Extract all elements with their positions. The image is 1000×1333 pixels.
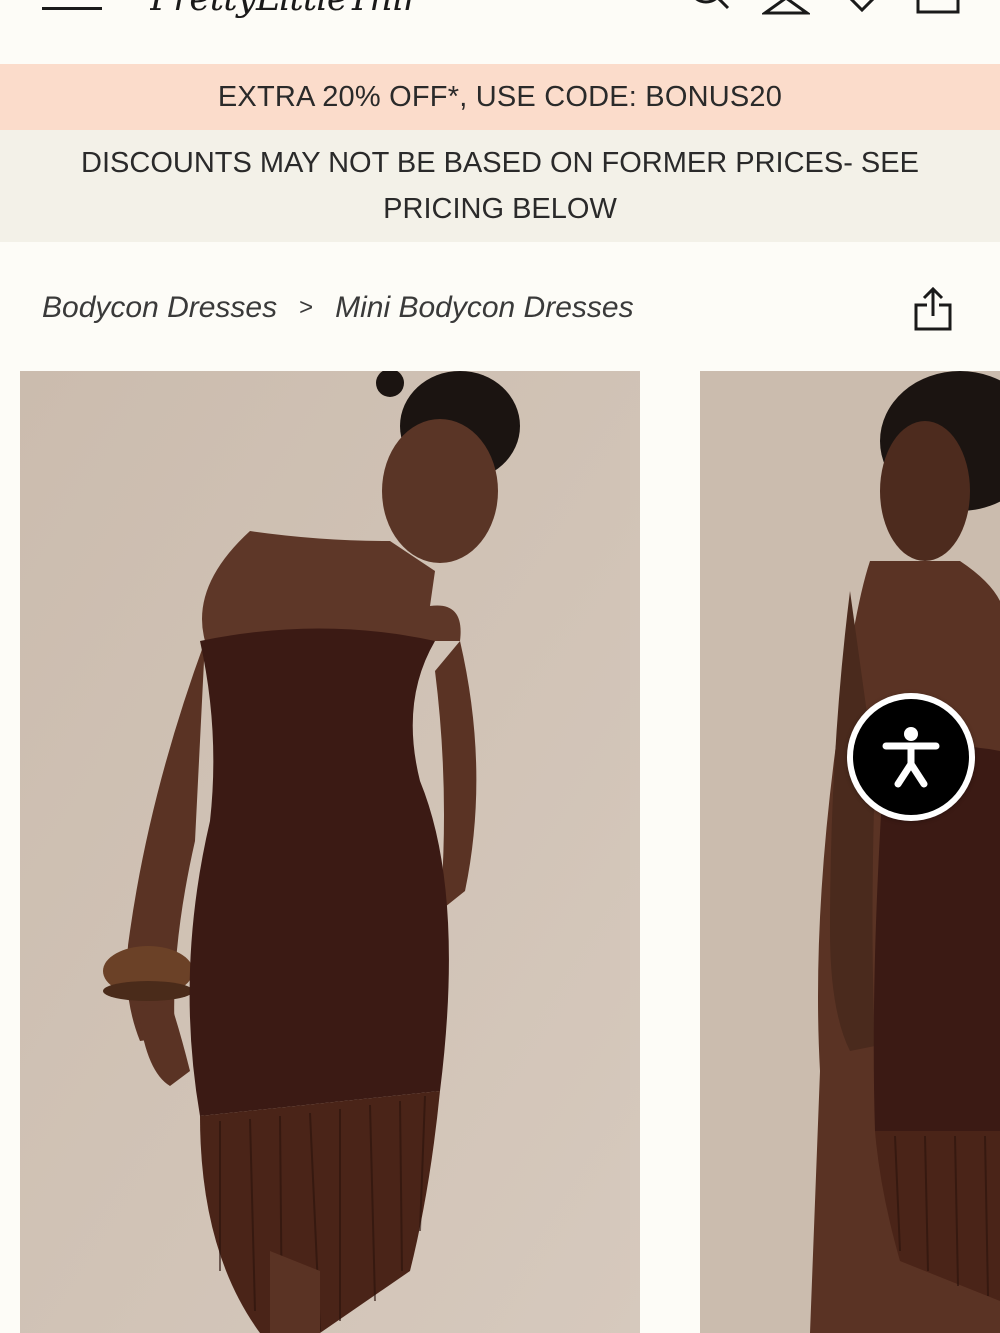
accessibility-button[interactable]	[847, 693, 975, 821]
account-icon[interactable]	[762, 0, 810, 16]
accessibility-icon	[853, 699, 969, 815]
promo-banner[interactable]: EXTRA 20% OFF*, USE CODE: BONUS20	[0, 64, 1000, 130]
bag-icon[interactable]	[914, 0, 962, 16]
breadcrumb-separator: >	[299, 294, 314, 321]
site-header: PrettyLittleThing	[0, 0, 1000, 64]
disclaimer-text: DISCOUNTS MAY NOT BE BASED ON FORMER PRI…	[81, 147, 919, 225]
product-image-front[interactable]	[20, 371, 640, 1333]
search-icon[interactable]	[684, 0, 732, 16]
pricing-disclaimer-banner: DISCOUNTS MAY NOT BE BASED ON FORMER PRI…	[0, 130, 1000, 242]
breadcrumb: Bodycon Dresses > Mini Bodycon Dresses	[42, 286, 634, 330]
breadcrumb-item-bodycon-dresses[interactable]: Bodycon Dresses	[42, 291, 277, 325]
wishlist-heart-icon[interactable]	[842, 0, 882, 16]
menu-icon[interactable]	[42, 0, 102, 14]
product-image-back[interactable]	[700, 371, 1000, 1333]
share-icon[interactable]	[912, 286, 954, 332]
breadcrumb-item-mini-bodycon-dresses[interactable]: Mini Bodycon Dresses	[335, 291, 633, 325]
site-logo[interactable]: PrettyLittleThing	[150, 0, 415, 24]
promo-text: EXTRA 20% OFF*, USE CODE: BONUS20	[217, 80, 783, 113]
